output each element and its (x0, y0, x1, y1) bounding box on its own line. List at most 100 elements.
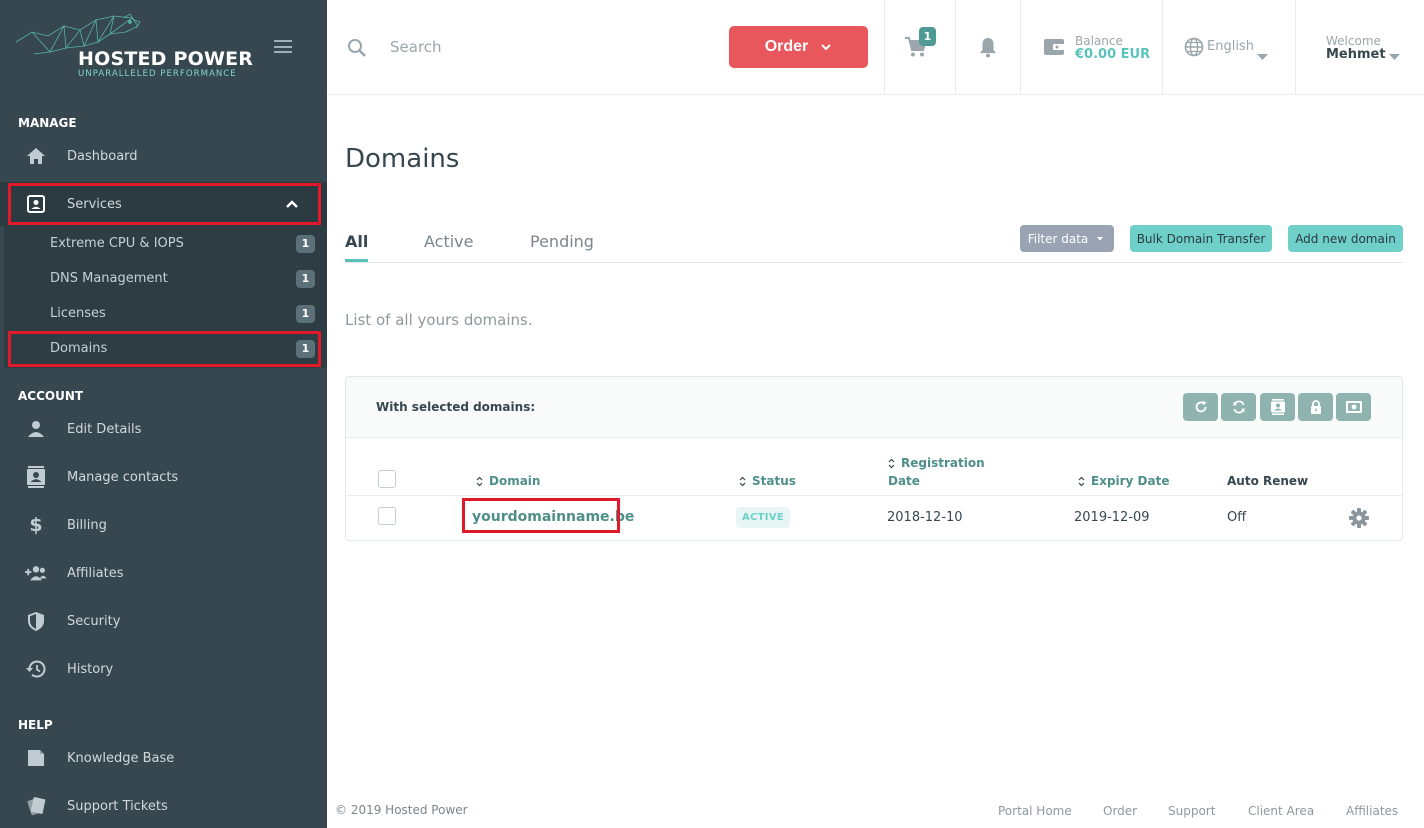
balance-label: Balance (1075, 34, 1123, 48)
count-badge: 1 (296, 269, 315, 288)
column-header-label: Date (888, 474, 920, 488)
divider (955, 0, 956, 94)
row-checkbox[interactable] (378, 507, 396, 525)
user-icon (25, 418, 47, 440)
renew-icon[interactable] (1183, 393, 1218, 421)
divider (1295, 0, 1296, 94)
sidebar-item-knowledge-base[interactable]: Knowledge Base (0, 736, 327, 780)
registration-date-cell: 2018-12-10 (887, 510, 963, 525)
sidebar-item-label: Security (67, 613, 121, 629)
count-badge: 1 (296, 234, 315, 253)
submenu-item-domains[interactable]: Domains 1 (4, 331, 327, 366)
submenu-item-licenses[interactable]: Licenses 1 (4, 296, 327, 331)
caret-down-icon (1097, 236, 1104, 240)
add-new-domain-button[interactable]: Add new domain (1288, 225, 1403, 252)
filter-data-button[interactable]: Filter data (1020, 225, 1114, 252)
divider (1020, 0, 1021, 94)
sidebar: HOSTED POWER UNPARALLELED PERFORMANCE MA… (0, 0, 327, 828)
sidebar-item-dashboard[interactable]: Dashboard (0, 134, 327, 178)
search-input[interactable] (390, 33, 690, 61)
sidebar-item-billing[interactable]: $ Billing (0, 503, 327, 547)
column-header-label: Domain (489, 474, 541, 488)
sidebar-item-label: Billing (67, 517, 107, 533)
footer-link-affiliates[interactable]: Affiliates (1346, 804, 1398, 818)
section-label-account: ACCOUNT (18, 389, 84, 403)
contact-card-icon[interactable] (1260, 393, 1295, 421)
lock-icon[interactable] (1298, 393, 1333, 421)
column-header-expiry-date[interactable]: Expiry Date (1078, 472, 1170, 490)
count-badge: 1 (296, 304, 315, 323)
filter-data-label: Filter data (1027, 231, 1089, 246)
sync-icon[interactable] (1221, 393, 1256, 421)
footer-link-support[interactable]: Support (1168, 804, 1215, 818)
section-label-manage: MANAGE (18, 116, 77, 130)
footer-copyright: © 2019 Hosted Power (335, 803, 468, 817)
chevron-down-icon (821, 44, 831, 51)
column-header-registration-date[interactable]: Registration Date (888, 454, 985, 490)
footer-link-portal-home[interactable]: Portal Home (998, 804, 1072, 818)
shield-icon (25, 610, 47, 632)
sidebar-item-affiliates[interactable]: Affiliates (0, 551, 327, 595)
chevron-up-icon[interactable] (285, 196, 299, 215)
tab-all[interactable]: All (345, 232, 369, 262)
status-badge: ACTIVE (736, 507, 790, 528)
cart-count-badge: 1 (919, 27, 936, 46)
gear-icon[interactable] (1348, 507, 1370, 533)
sort-icon (739, 476, 746, 487)
count-badge: 1 (296, 339, 315, 358)
footer-link-order[interactable]: Order (1103, 804, 1137, 818)
bell-icon[interactable] (978, 36, 998, 62)
sidebar-item-label: Affiliates (67, 565, 124, 581)
footer-link-client-area[interactable]: Client Area (1248, 804, 1314, 818)
sidebar-item-services[interactable]: Services (0, 182, 327, 226)
money-icon[interactable] (1336, 393, 1371, 421)
user-menu[interactable]: Mehmet (1326, 47, 1386, 62)
sort-icon (476, 476, 483, 487)
tab-active[interactable]: Active (424, 232, 474, 262)
sidebar-item-label: Manage contacts (67, 469, 179, 485)
with-selected-label: With selected domains: (376, 400, 536, 414)
column-header-status[interactable]: Status (739, 472, 796, 490)
submenu-item-dns-management[interactable]: DNS Management 1 (4, 261, 327, 296)
caret-down-icon[interactable] (1389, 45, 1400, 64)
order-button[interactable]: Order (729, 26, 868, 68)
row-divider (346, 495, 1402, 496)
sidebar-item-manage-contacts[interactable]: Manage contacts (0, 455, 327, 499)
column-header-label: Expiry Date (1091, 474, 1170, 488)
menu-toggle-icon[interactable] (274, 40, 292, 53)
id-badge-icon (25, 193, 47, 215)
affiliates-icon (25, 562, 47, 584)
sidebar-item-label: Dashboard (67, 148, 138, 164)
column-header-auto-renew: Auto Renew (1227, 474, 1309, 488)
tab-pending[interactable]: Pending (530, 232, 594, 262)
column-header-domain[interactable]: Domain (476, 472, 540, 490)
sidebar-item-label: Knowledge Base (67, 750, 175, 766)
search-icon[interactable] (347, 38, 367, 62)
submenu-item-label: Licenses (50, 306, 106, 321)
sidebar-item-history[interactable]: History (0, 647, 327, 691)
sidebar-item-support-tickets[interactable]: Support Tickets (0, 784, 327, 828)
sidebar-item-edit-details[interactable]: Edit Details (0, 407, 327, 451)
wallet-icon (1043, 37, 1065, 61)
home-icon (25, 145, 47, 167)
domains-table-card: With selected domains: Domain Status Reg… (345, 376, 1403, 541)
brand-name: HOSTED POWER (78, 48, 254, 70)
domain-link[interactable]: yourdomainname.be (472, 509, 634, 525)
top-bar: Order 1 Balance €0.00 EUR English Welcom… (327, 0, 1424, 95)
sidebar-item-security[interactable]: Security (0, 599, 327, 643)
divider (884, 0, 885, 94)
bulk-domain-transfer-button[interactable]: Bulk Domain Transfer (1130, 225, 1272, 252)
sidebar-item-label: Support Tickets (67, 798, 168, 814)
submenu-item-label: Extreme CPU & IOPS (50, 236, 184, 251)
balance-value: €0.00 EUR (1075, 47, 1151, 62)
select-all-checkbox[interactable] (378, 470, 396, 488)
logo[interactable]: HOSTED POWER UNPARALLELED PERFORMANCE (14, 12, 253, 82)
submenu-item-extreme-cpu[interactable]: Extreme CPU & IOPS 1 (4, 226, 327, 261)
language-selector[interactable]: English (1207, 39, 1254, 54)
welcome-label: Welcome (1326, 34, 1381, 48)
history-icon (25, 658, 47, 680)
divider (1162, 0, 1163, 94)
globe-icon[interactable] (1184, 37, 1204, 61)
caret-down-icon[interactable] (1257, 45, 1268, 64)
sort-icon (1078, 476, 1085, 487)
